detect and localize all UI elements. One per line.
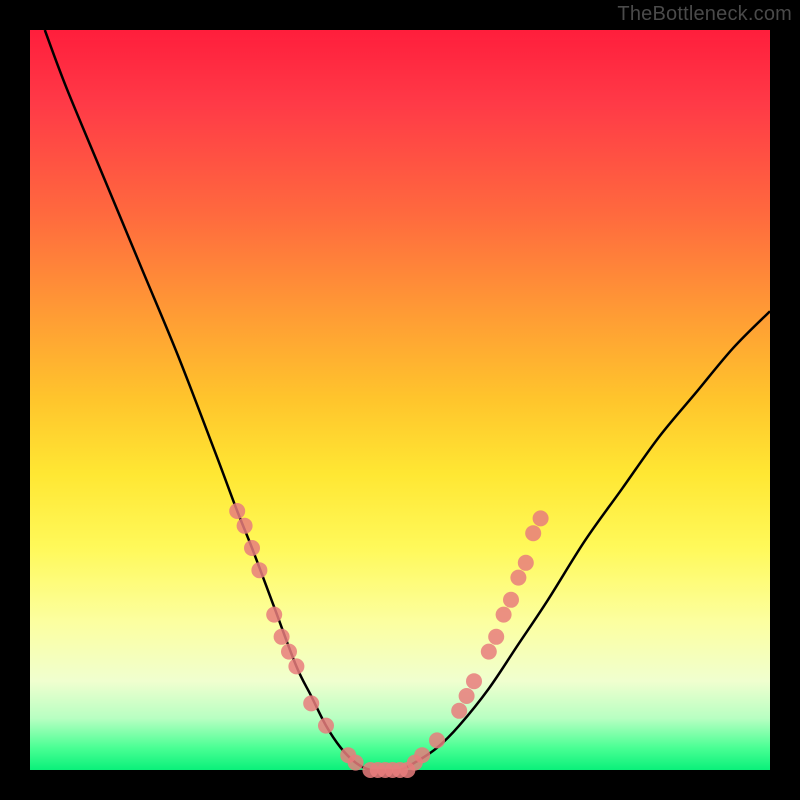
marker-dot (488, 629, 504, 645)
marker-dot (303, 695, 319, 711)
marker-dot (266, 607, 282, 623)
marker-dot (481, 644, 497, 660)
marker-dot (288, 658, 304, 674)
bottleneck-curve (45, 30, 770, 771)
marker-dot (503, 592, 519, 608)
marker-group (229, 503, 548, 778)
marker-dot (348, 755, 364, 771)
marker-dot (281, 644, 297, 660)
marker-dot (518, 555, 534, 571)
marker-dot (244, 540, 260, 556)
curve-svg (30, 30, 770, 770)
marker-dot (496, 607, 512, 623)
watermark-text: TheBottleneck.com (617, 3, 792, 26)
marker-dot (229, 503, 245, 519)
chart-frame: TheBottleneck.com (0, 0, 800, 800)
marker-dot (414, 747, 430, 763)
marker-dot (459, 688, 475, 704)
marker-dot (429, 732, 445, 748)
marker-dot (318, 718, 334, 734)
bottleneck-curve-path (45, 30, 770, 771)
marker-dot (466, 673, 482, 689)
marker-dot (525, 525, 541, 541)
plot-area (30, 30, 770, 770)
marker-dot (533, 510, 549, 526)
marker-dot (510, 570, 526, 586)
marker-dot (237, 518, 253, 534)
marker-dot (274, 629, 290, 645)
marker-dot (251, 562, 267, 578)
marker-dot (451, 703, 467, 719)
